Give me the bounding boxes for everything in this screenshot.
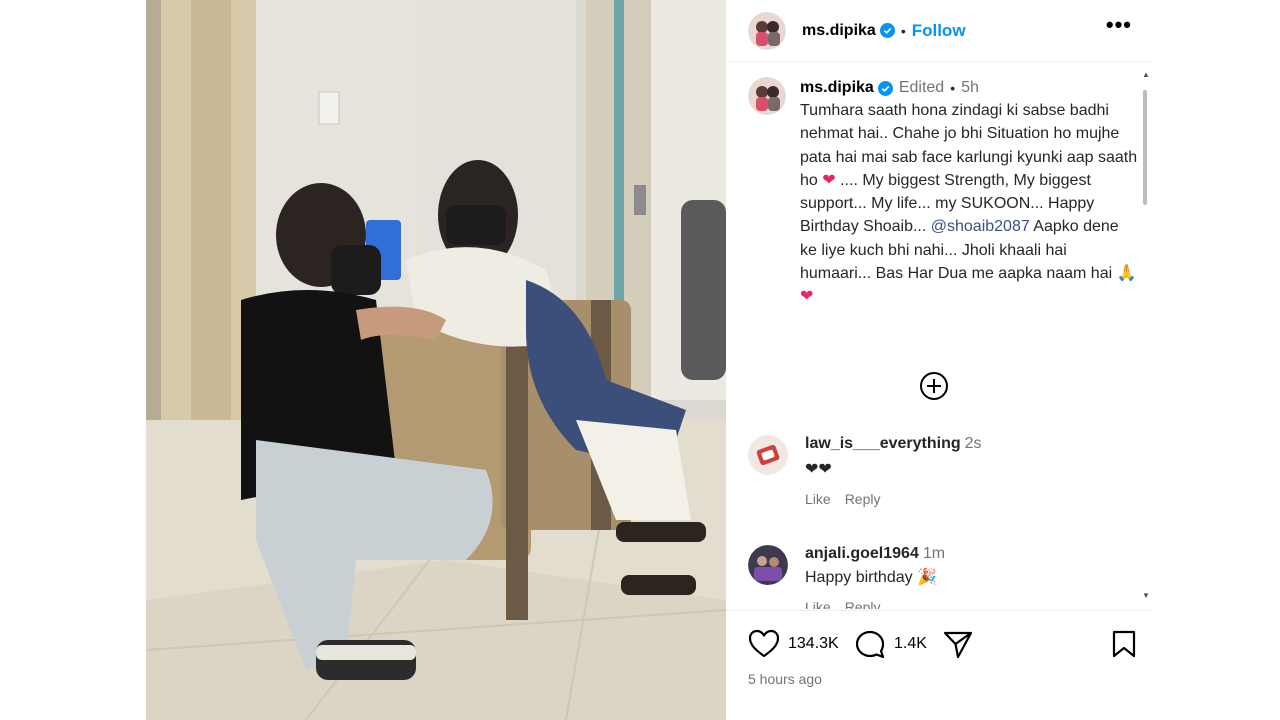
mention-link[interactable]: @shoaib2087 [931, 218, 1030, 235]
post-author-username[interactable]: ms.dipika [802, 22, 876, 40]
comment-time: 1m [922, 545, 946, 562]
like-button[interactable]: 134.3K [748, 629, 839, 659]
comment-reply-button[interactable]: Reply [845, 599, 881, 609]
avatar[interactable] [748, 11, 786, 50]
comments-scrollbar[interactable]: ▲ ▼ [1142, 70, 1150, 600]
comment-button[interactable]: 1.4K [854, 629, 927, 659]
heart-emoji: ❤ [800, 288, 814, 306]
bookmark-icon [1112, 630, 1136, 658]
plus-circle-icon[interactable] [919, 371, 949, 401]
caption-age: 5h [961, 79, 979, 96]
scroll-up-arrow-icon[interactable]: ▲ [1142, 70, 1150, 79]
post-photo[interactable] [146, 0, 726, 720]
like-count: 134.3K [788, 635, 839, 652]
more-options-icon[interactable]: ••• [1106, 12, 1132, 38]
caption-author-username[interactable]: ms.dipika [800, 79, 874, 97]
heart-emoji: ❤ [822, 171, 836, 189]
separator-dot: • [900, 22, 906, 39]
separator-dot: • [950, 80, 956, 96]
couple-photo-illustration [146, 0, 726, 720]
comment-text: ❤❤ [805, 461, 832, 478]
verified-badge-icon [877, 80, 893, 96]
post-actions-bar: 134.3K 1.4K 5 hours ago [726, 610, 1150, 720]
post-header: ms.dipika • Follow ••• [726, 0, 1150, 62]
comment-like-button[interactable]: Like [805, 491, 831, 507]
post-panel: ms.dipika • Follow ••• ms.dipika Edited … [726, 0, 1150, 720]
comment-username[interactable]: law_is___everything [805, 435, 961, 452]
pray-emoji: 🙏 [1116, 265, 1137, 283]
comment-text: Happy birthday 🎉 [805, 569, 937, 586]
comment-like-button[interactable]: Like [805, 599, 831, 609]
share-button[interactable] [942, 629, 974, 659]
verified-badge-icon [879, 23, 895, 38]
comment-icon [855, 630, 885, 659]
edited-label: Edited [898, 79, 945, 96]
comment-count: 1.4K [894, 635, 927, 652]
comment-time: 2s [964, 435, 982, 452]
post-timestamp[interactable]: 5 hours ago [748, 671, 822, 687]
avatar[interactable] [748, 77, 786, 115]
heart-icon [748, 629, 780, 658]
comments-list[interactable]: ms.dipika Edited • 5h Tumhara saath hona… [726, 63, 1150, 609]
avatar[interactable] [748, 435, 788, 475]
caption-text: Tumhara saath hona zindagi ki sabse badh… [800, 99, 1140, 309]
follow-button[interactable]: Follow [912, 21, 966, 41]
save-button[interactable] [1110, 629, 1138, 659]
scroll-thumb[interactable] [1143, 90, 1147, 205]
share-icon [943, 631, 973, 659]
comment-username[interactable]: anjali.goel1964 [805, 545, 919, 562]
scroll-down-arrow-icon[interactable]: ▼ [1142, 591, 1150, 600]
avatar[interactable] [748, 545, 788, 585]
comment-reply-button[interactable]: Reply [845, 491, 881, 507]
